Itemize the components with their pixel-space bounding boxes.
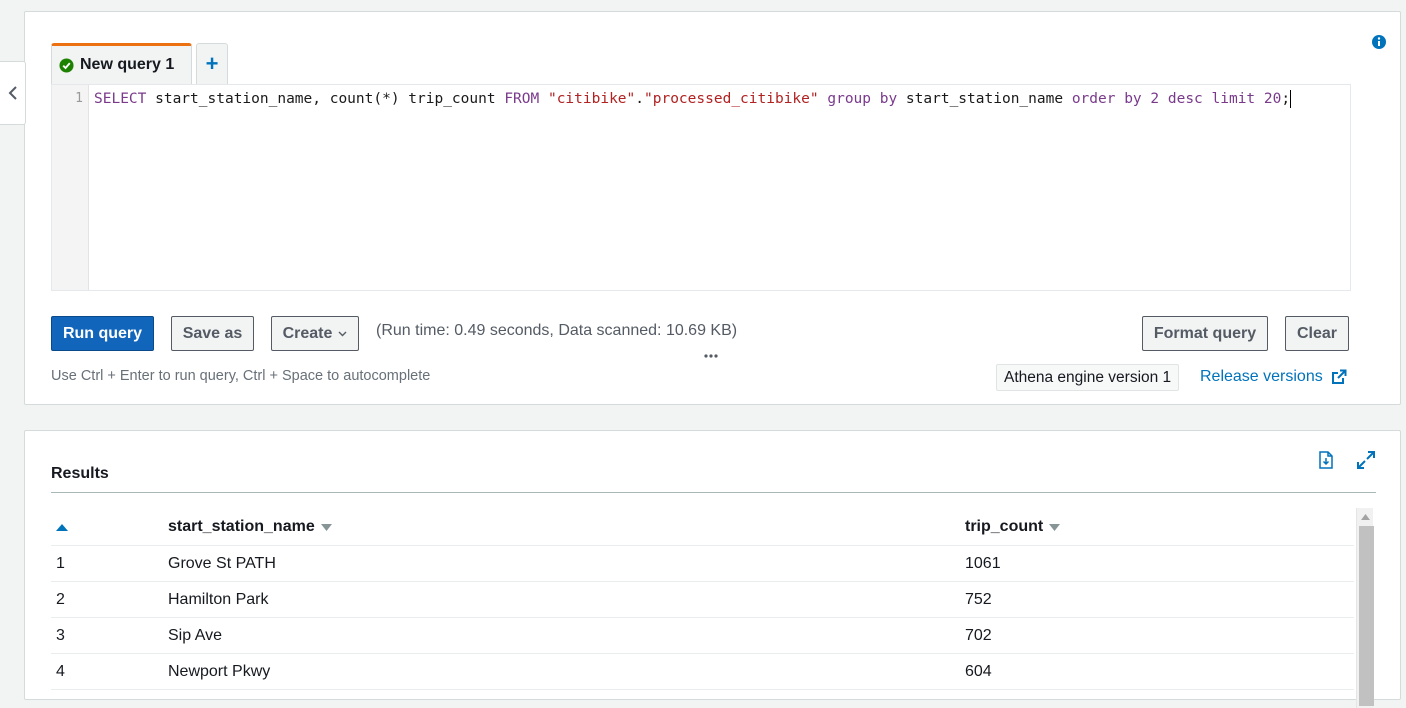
run-query-button[interactable]: Run query [51,316,154,351]
scrollbar-thumb[interactable] [1359,526,1374,706]
clear-button[interactable]: Clear [1285,316,1349,351]
row-number: 3 [56,626,65,644]
add-tab-button[interactable]: + [196,43,228,84]
sql-keyword: limit [1211,91,1256,107]
table-row: 2 Hamilton Park 752 [51,582,1354,618]
cell-trip-count: 752 [965,590,992,608]
results-table: start_station_name trip_count 1 Grove St… [51,509,1354,690]
keyboard-hint: Use Ctrl + Enter to run query, Ctrl + Sp… [51,368,431,384]
sql-string: "citibike" [547,91,636,107]
clear-label: Clear [1296,324,1338,342]
sql-keyword: order by [1071,91,1142,107]
cell-start-station-name: Sip Ave [168,626,222,644]
save-as-button[interactable]: Save as [171,316,254,351]
sql-number: 2 [1150,91,1160,107]
engine-version-label: Athena engine version 1 [1004,368,1172,386]
save-as-label: Save as [182,324,243,342]
table-row: 3 Sip Ave 702 [51,618,1354,654]
query-tabs: New query 1 + [51,43,228,84]
sort-ascending-icon [56,524,68,531]
info-icon[interactable] [1371,34,1387,50]
format-query-button[interactable]: Format query [1142,316,1268,351]
format-query-label: Format query [1153,324,1257,342]
sort-icon [320,523,332,531]
row-number: 2 [56,590,65,608]
sql-keyword: desc [1167,91,1203,107]
create-label: Create [282,324,333,342]
results-title: Results [51,465,109,482]
row-number-sort-button[interactable] [56,509,68,545]
chevron-left-icon [8,86,17,100]
sql-text: start_station_name [897,91,1072,107]
sort-icon [1049,523,1061,531]
sql-number: 20 [1263,91,1282,107]
column-header-start-station-name[interactable]: start_station_name [168,509,332,545]
query-editor-panel: New query 1 + 1 SELECT start_station_nam… [24,11,1401,405]
engine-version-badge: Athena engine version 1 [996,364,1180,391]
cell-start-station-name: Hamilton Park [168,590,269,608]
run-info: (Run time: 0.49 seconds, Data scanned: 1… [376,322,738,339]
sql-text: start_station_name, count(*) trip_count [146,91,505,107]
row-number: 1 [56,554,65,572]
cell-trip-count: 604 [965,662,992,680]
table-row: 1 Grove St PATH 1061 [51,546,1354,582]
cell-trip-count: 1061 [965,554,1001,572]
tab-new-query-1[interactable]: New query 1 [51,43,192,84]
line-number-gutter: 1 [52,85,89,290]
sql-keyword: SELECT [94,91,147,107]
results-panel: Results start_station_name trip_count 1 … [24,430,1401,708]
sql-code-line[interactable]: SELECT start_station_name, count(*) trip… [94,89,1292,109]
line-number: 1 [75,91,83,106]
sql-text: . [635,91,645,107]
sql-keyword: group by [827,91,898,107]
check-circle-icon [59,57,74,73]
results-scrollbar[interactable] [1356,508,1374,708]
cell-start-station-name: Newport Pkwy [168,662,271,680]
cell-trip-count: 702 [965,626,992,644]
cell-start-station-name: Grove St PATH [168,554,276,572]
sql-keyword: FROM [504,91,540,107]
plus-icon: + [205,51,219,76]
release-versions-link[interactable]: Release versions [1200,368,1347,386]
collapse-panel-button[interactable] [0,61,26,125]
row-number: 4 [56,662,65,680]
text-cursor [1290,90,1292,108]
release-versions-label: Release versions [1200,368,1323,385]
table-row: 4 Newport Pkwy 604 [51,654,1354,690]
column-header-trip-count[interactable]: trip_count [965,509,1061,545]
sql-editor[interactable]: 1 SELECT start_station_name, count(*) tr… [51,84,1351,291]
column-header-label: trip_count [965,518,1044,535]
create-dropdown-button[interactable]: Create [271,316,359,351]
results-divider [51,492,1376,493]
resize-handle-icon[interactable] [703,353,719,359]
external-link-icon [1331,369,1347,384]
scroll-up-icon[interactable] [1361,514,1370,520]
expand-icon[interactable] [1357,451,1375,469]
tab-label: New query 1 [80,56,175,73]
caret-down-icon [338,331,347,336]
run-query-label: Run query [62,324,143,342]
download-icon[interactable] [1317,451,1335,469]
column-header-label: start_station_name [168,518,315,535]
sql-string: "processed_citibike" [644,91,819,107]
table-header-row: start_station_name trip_count [51,509,1354,546]
sql-text: ; [1281,91,1291,107]
